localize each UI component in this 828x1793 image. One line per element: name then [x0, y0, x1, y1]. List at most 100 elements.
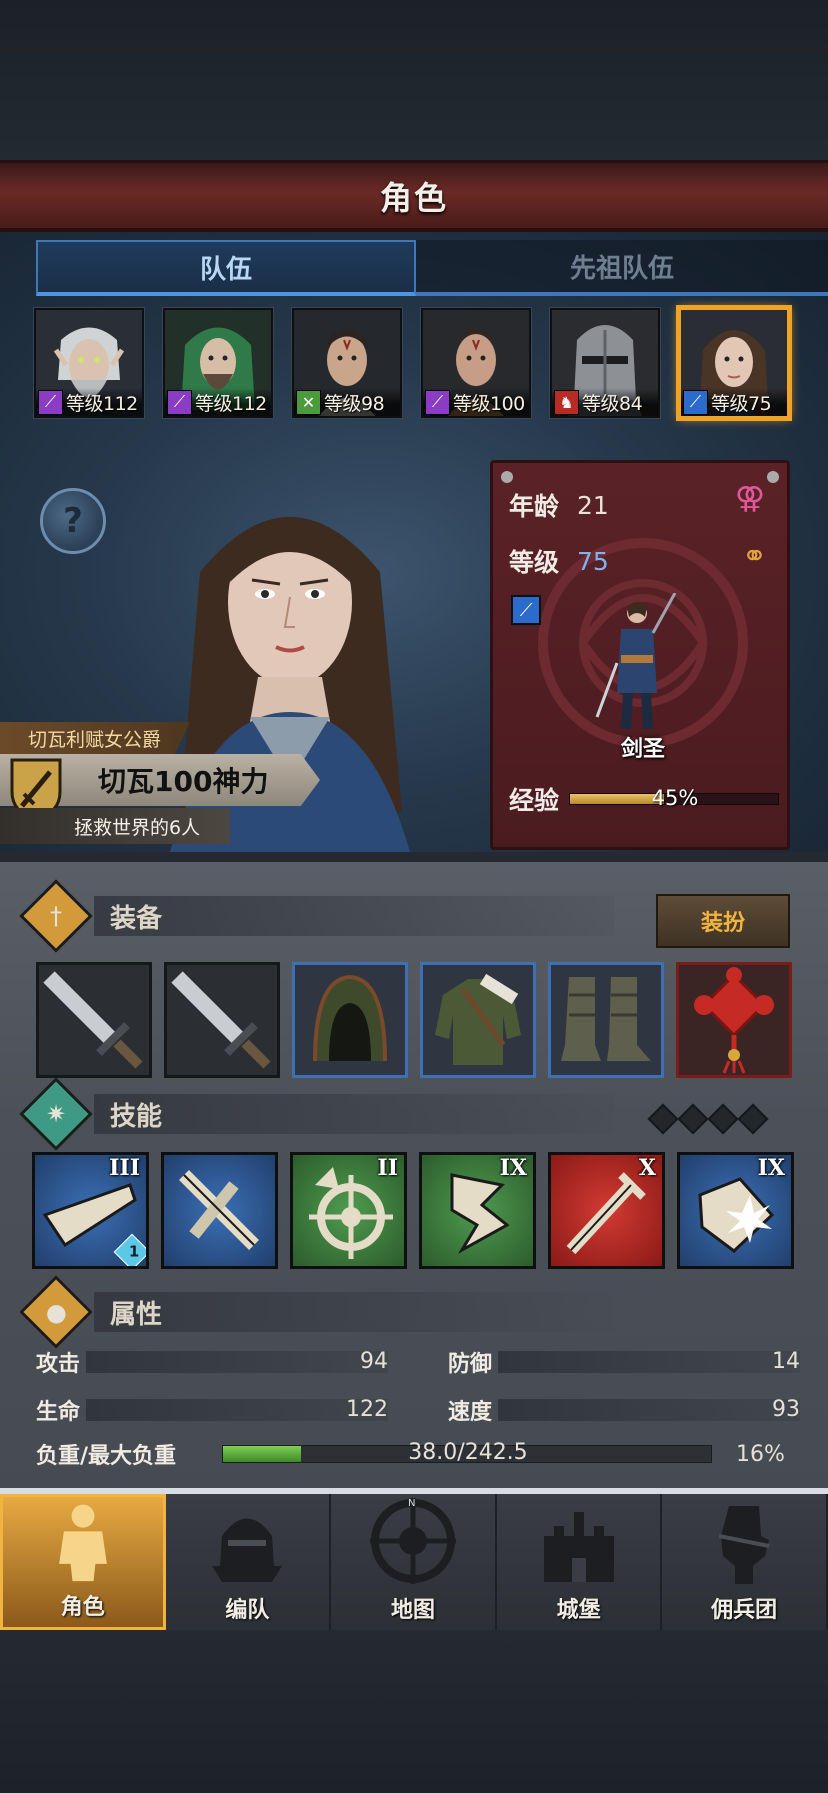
- sword-icon: [171, 971, 271, 1069]
- hero-level: 等级112: [195, 392, 267, 415]
- skill-list: III 1 II IX X IX: [32, 1152, 794, 1269]
- help-button[interactable]: ?: [40, 488, 106, 554]
- title-bar: 角色: [0, 160, 828, 232]
- staff-icon: ⟋: [167, 389, 192, 415]
- age-label: 年龄: [509, 492, 560, 521]
- boots-icon: [561, 977, 651, 1061]
- staff-icon: ⟋: [38, 389, 63, 415]
- attack-value: 94: [360, 1349, 388, 1374]
- nav-formation[interactable]: 编队: [165, 1494, 332, 1630]
- weight-row: 负重/最大负重 38.0/242.5 16%: [36, 1438, 785, 1470]
- skill-2[interactable]: [161, 1152, 278, 1269]
- helmet-icon: [212, 1518, 283, 1582]
- skills-title: 技能: [94, 1094, 614, 1134]
- hero-card-1[interactable]: ⟋ 等级112: [33, 307, 145, 419]
- board-pin: [501, 471, 513, 483]
- level-row: 等级 75: [509, 543, 609, 579]
- hp-value: 122: [346, 1397, 388, 1422]
- nav-map[interactable]: N 地图: [331, 1494, 497, 1630]
- skill-slot-pips: [647, 1103, 769, 1135]
- attributes-title: 属性: [94, 1292, 614, 1332]
- equip-slot-weapon-2[interactable]: [164, 962, 280, 1078]
- skill-rank: IX: [757, 1155, 785, 1181]
- page-title: 角色: [379, 178, 448, 217]
- equip-slot-feet[interactable]: [548, 962, 664, 1078]
- hp-label: 生命: [36, 1400, 81, 1425]
- defense-value: 14: [772, 1349, 800, 1374]
- weight-bar: 38.0/242.5: [222, 1440, 712, 1465]
- skill-6[interactable]: IX: [677, 1152, 794, 1269]
- nav-label: 地图: [390, 1598, 435, 1623]
- tab-ancestor-team[interactable]: 先祖队伍: [416, 240, 828, 296]
- weight-value: 38.0/242.5: [408, 1440, 528, 1465]
- attack-label: 攻击: [36, 1352, 81, 1377]
- skill-rank: IX: [499, 1155, 527, 1181]
- hero-level: 等级100: [453, 392, 525, 415]
- level-value: 75: [577, 546, 609, 576]
- hero-card-2[interactable]: ⟋ 等级112: [162, 307, 274, 419]
- class-name: 剑圣: [620, 737, 665, 762]
- tab-team[interactable]: 队伍: [36, 240, 416, 296]
- hero-card-3[interactable]: ✕ 等级98: [291, 307, 403, 419]
- skill-1[interactable]: III 1: [32, 1152, 149, 1269]
- empty-diamond-icon: [707, 1103, 739, 1135]
- hero-card-4[interactable]: ⟋ 等级100: [420, 307, 532, 419]
- age-value: 21: [577, 490, 609, 520]
- skill-rank: X: [638, 1155, 656, 1181]
- team-tabs: 队伍 先祖队伍: [36, 240, 828, 296]
- equipment-title: 装备: [94, 896, 614, 936]
- dress-up-button[interactable]: 装扮: [656, 894, 790, 948]
- nav-character[interactable]: 角色: [0, 1494, 166, 1630]
- hero-info: ⟋ 等级112: [165, 388, 271, 416]
- top-spacer: [0, 0, 828, 160]
- defense-label: 防御: [448, 1352, 493, 1377]
- hero-card-6[interactable]: ⟋ 等级75: [676, 305, 792, 421]
- nav-label: 角色: [60, 1595, 105, 1620]
- character-subtitle: 拯救世界的6人: [0, 808, 230, 844]
- weight-percent: 16%: [736, 1441, 785, 1467]
- staff-icon: ⟋: [425, 389, 450, 415]
- character-panel: 队伍 先祖队伍 ⟋ 等级112 ⟋ 等级112 ✕ 等级98 ⟋ 等级100 ♞…: [0, 232, 828, 852]
- hero-level: 等级98: [324, 392, 385, 415]
- nav-mercenary[interactable]: 佣兵团: [662, 1494, 828, 1630]
- swordmaster-figure: [595, 593, 677, 729]
- hero-info: ✕ 等级98: [294, 388, 400, 416]
- skill-rank: III: [109, 1155, 140, 1181]
- star-emblem-icon: ✷: [19, 1077, 93, 1151]
- bow-icon: ✕: [296, 389, 321, 415]
- dagger-emblem-icon: †: [19, 879, 93, 953]
- empty-diamond-icon: [737, 1103, 769, 1135]
- skill-4[interactable]: IX: [419, 1152, 536, 1269]
- sword-class-icon: ⟋: [511, 595, 541, 625]
- attributes-header: ● 属性: [19, 1275, 614, 1349]
- mercenary-fist-icon: [718, 1506, 770, 1584]
- equip-slot-weapon-1[interactable]: [36, 962, 152, 1078]
- defense-bar: 14: [498, 1349, 800, 1374]
- character-title: 切瓦利赋女公爵: [0, 722, 190, 754]
- attack-row: 攻击 94: [36, 1346, 388, 1378]
- knot-charm-icon: [694, 967, 774, 1074]
- castle-icon: [543, 1512, 614, 1582]
- crossed-strike-icon: [179, 1170, 259, 1250]
- nav-label: 城堡: [556, 1598, 601, 1623]
- hero-info: ⟋ 等级112: [36, 388, 142, 416]
- hero-card-5[interactable]: ♞ 等级84: [549, 307, 661, 419]
- equip-slot-body[interactable]: [420, 962, 536, 1078]
- horse-icon: ♞: [554, 389, 579, 415]
- skill-5[interactable]: X: [548, 1152, 665, 1269]
- svg-text:N: N: [408, 1498, 415, 1509]
- skill-3[interactable]: II: [290, 1152, 407, 1269]
- skill-rank: II: [377, 1155, 398, 1181]
- female-symbol-icon: ⚢: [734, 481, 765, 516]
- nav-castle[interactable]: 城堡: [496, 1494, 663, 1630]
- equip-slot-head[interactable]: [292, 962, 408, 1078]
- bottom-nav: 角色 编队 N 地图 城堡 佣兵团: [0, 1488, 828, 1630]
- equip-slot-accessory[interactable]: [676, 962, 792, 1078]
- knight-armor-icon: [58, 1504, 107, 1582]
- level-label: 等级: [509, 548, 560, 577]
- hero-level: 等级84: [582, 392, 643, 415]
- empty-diamond-icon: [677, 1103, 709, 1135]
- speed-row: 速度 93: [448, 1394, 800, 1426]
- equipment-header: † 装备: [19, 879, 614, 953]
- sword-icon: [43, 971, 143, 1069]
